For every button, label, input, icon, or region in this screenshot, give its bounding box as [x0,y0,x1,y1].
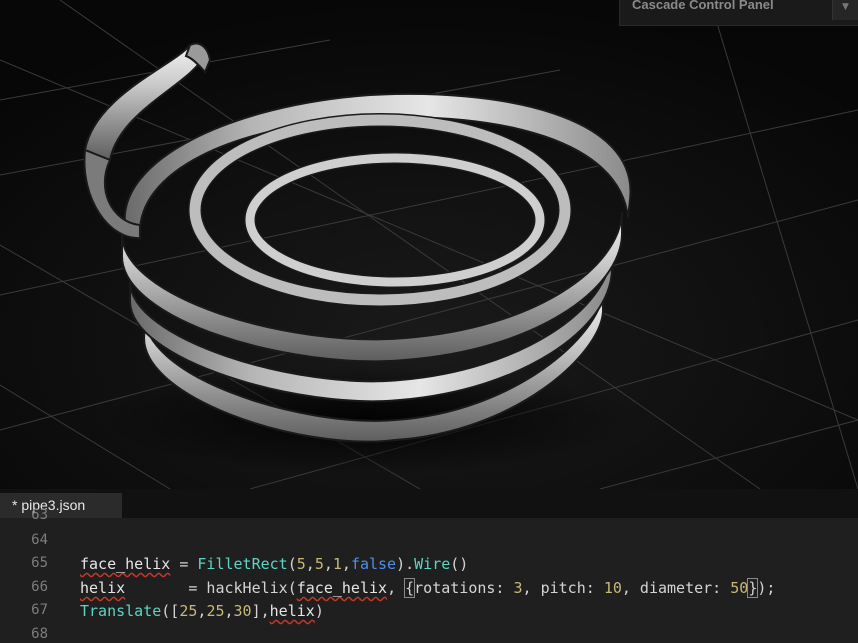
token-punct: ); [757,579,776,597]
token-key: rotations: [414,579,514,597]
token-variable: face_helix [80,555,171,573]
token-punct: ( [287,555,297,573]
token-punct: ], [251,602,270,620]
line-number: 63 [31,507,48,523]
token-punct: , [387,579,406,597]
token-operator: = [170,555,198,573]
token-punct: , [323,555,333,573]
token-keyword: false [350,555,397,573]
token-key: , diameter: [621,579,731,597]
line-number: 65 [31,555,48,571]
token-punct: , [305,555,315,573]
token-number: 5 [296,555,306,573]
token-function: Wire [414,555,451,573]
token-number: 5 [314,555,324,573]
token-brace-close: } [747,578,759,598]
token-function: FilletRect [197,555,288,573]
token-number: 30 [233,602,252,620]
control-panel-title: Cascade Control Panel [632,0,774,12]
token-call: = hackHelix( [125,579,297,597]
token-punct: , [224,602,234,620]
helix-render [0,0,858,489]
line-number: 67 [31,602,48,618]
tab-bar: * pipe3.json [0,489,858,518]
token-number: 25 [206,602,225,620]
token-number: 10 [603,579,622,597]
token-number: 1 [332,555,342,573]
code-editor[interactable]: * pipe3.json 63 64 65 66 67 68 face_heli… [0,489,858,643]
line-number: 64 [31,532,48,548]
line-number: 66 [31,579,48,595]
code-line-65[interactable]: face_helix = FilletRect(5,5,1,false).Wir… [80,555,468,573]
token-key: , pitch: [522,579,604,597]
token-number: 25 [179,602,198,620]
token-variable: helix [80,579,126,597]
token-argument: face_helix [296,579,388,597]
line-number: 68 [31,626,48,642]
token-punct: ) [314,602,324,620]
token-punct: ([ [161,602,180,620]
code-line-67[interactable]: Translate([25,25,30],helix) [80,602,324,620]
control-panel[interactable]: Cascade Control Panel ▼ [619,0,858,26]
token-function: Translate [80,602,162,620]
code-area[interactable]: 63 64 65 66 67 68 face_helix = FilletRec… [0,507,858,643]
token-argument: helix [269,602,315,620]
token-brace-open: { [404,578,416,598]
token-punct: ). [396,555,415,573]
3d-viewport[interactable]: Cascade Control Panel ▼ [0,0,858,489]
token-punct: () [450,555,469,573]
token-number: 50 [730,579,749,597]
chevron-down-icon[interactable]: ▼ [832,0,858,20]
code-line-66[interactable]: helix = hackHelix(face_helix, {rotations… [80,578,776,598]
token-number: 3 [513,579,523,597]
token-punct: , [341,555,351,573]
